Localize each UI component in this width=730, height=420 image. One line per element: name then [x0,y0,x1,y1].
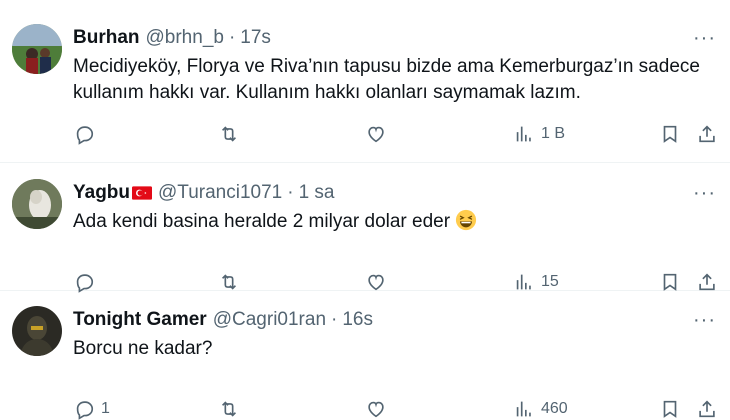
views-count: 15 [541,273,559,290]
reply-button[interactable] [73,271,101,293]
bookmark-button[interactable] [659,123,681,145]
tweet-header: Tonight Gamer @Cagri01ran · 16s [73,306,718,334]
user-handle[interactable]: @brhn_b [146,27,224,49]
avatar[interactable] [12,24,62,74]
reply-icon [76,401,94,420]
more-options-icon[interactable]: ··· [693,179,716,207]
turkey-flag-icon [132,186,153,200]
avatar[interactable] [12,179,62,229]
views-icon [516,126,531,142]
tweet[interactable]: Yagbu @Turanci1071 · 1 sa ··· Ada kendi … [0,163,730,293]
bookmark-button[interactable] [659,271,681,293]
grinning-squinting-face-emoji [456,209,477,231]
tweet-text: Ada kendi basina heralde 2 milyar dolar … [73,209,718,235]
avatar[interactable] [12,306,62,356]
tweet-text-line: Mecidiyeköy, Florya ve Riva’nın tapusu b… [73,56,700,77]
user-handle[interactable]: @Cagri01ran [213,309,326,331]
share-icon [699,125,715,143]
share-icon [699,273,715,291]
views-icon [516,274,531,290]
reply-button[interactable]: 1 [73,398,110,420]
reply-count: 1 [101,400,110,417]
timestamp[interactable]: 17s [240,27,271,49]
tweet[interactable]: Tonight Gamer @Cagri01ran · 16s ··· Borc… [0,291,730,420]
retweet-button[interactable] [218,123,240,145]
more-options-icon[interactable]: ··· [693,24,716,52]
retweet-button[interactable] [218,398,240,420]
tweet-actions: 1 B [73,120,718,148]
share-button[interactable] [696,398,718,420]
tweet-text-line: kullanım hakkı var. Kullanım hakkı olanl… [73,82,581,103]
reply-icon [76,274,94,293]
reply-button[interactable] [73,123,101,145]
display-name[interactable]: Tonight Gamer [73,309,207,331]
retweet-icon [221,126,237,142]
views-count: 1 B [541,125,566,142]
tweet-text: Borcu ne kadar? [73,336,718,362]
share-button[interactable] [696,123,718,145]
display-name[interactable]: Burhan [73,27,140,49]
views-icon [516,401,531,417]
tweet[interactable]: Burhan @brhn_b · 17s ··· Mecidiyeköy, Fl… [0,0,730,163]
retweet-button[interactable] [218,271,240,293]
bookmark-icon [663,273,677,291]
like-icon [368,274,384,291]
retweet-icon [221,274,237,290]
tweet-text: Mecidiyeköy, Florya ve Riva’nın tapusu b… [73,54,718,106]
timestamp[interactable]: 1 sa [299,182,335,204]
share-icon [699,400,715,418]
timestamp[interactable]: 16s [342,309,373,331]
like-button[interactable] [365,398,387,420]
separator-dot: · [287,182,294,203]
display-name[interactable]: Yagbu [73,182,130,204]
separator-dot: · [228,27,236,48]
retweet-icon [221,401,237,417]
more-options-icon[interactable]: ··· [693,306,716,334]
bookmark-icon [663,125,677,143]
views-count: 460 [541,400,568,417]
reply-icon [76,126,94,145]
tweet-actions: 1 460 [73,395,718,420]
views-button[interactable]: 1 B [513,123,565,145]
tweet-header: Burhan @brhn_b · 17s [73,24,718,52]
tweet-header: Yagbu @Turanci1071 · 1 sa [73,179,718,207]
like-button[interactable] [365,123,387,145]
tweet-text-content: Ada kendi basina heralde 2 milyar dolar … [73,211,451,232]
bookmark-button[interactable] [659,398,681,420]
user-handle[interactable]: @Turanci1071 [158,182,282,204]
like-icon [368,401,384,418]
like-icon [368,126,384,143]
tweet-text-content: Borcu ne kadar? [73,338,213,359]
share-button[interactable] [696,271,718,293]
reply-feed: Burhan @brhn_b · 17s ··· Mecidiyeköy, Fl… [0,0,730,420]
bookmark-icon [663,400,677,418]
views-button[interactable]: 15 [513,271,559,293]
separator-dot: · [331,309,338,330]
views-button[interactable]: 460 [513,398,568,420]
like-button[interactable] [365,271,387,293]
